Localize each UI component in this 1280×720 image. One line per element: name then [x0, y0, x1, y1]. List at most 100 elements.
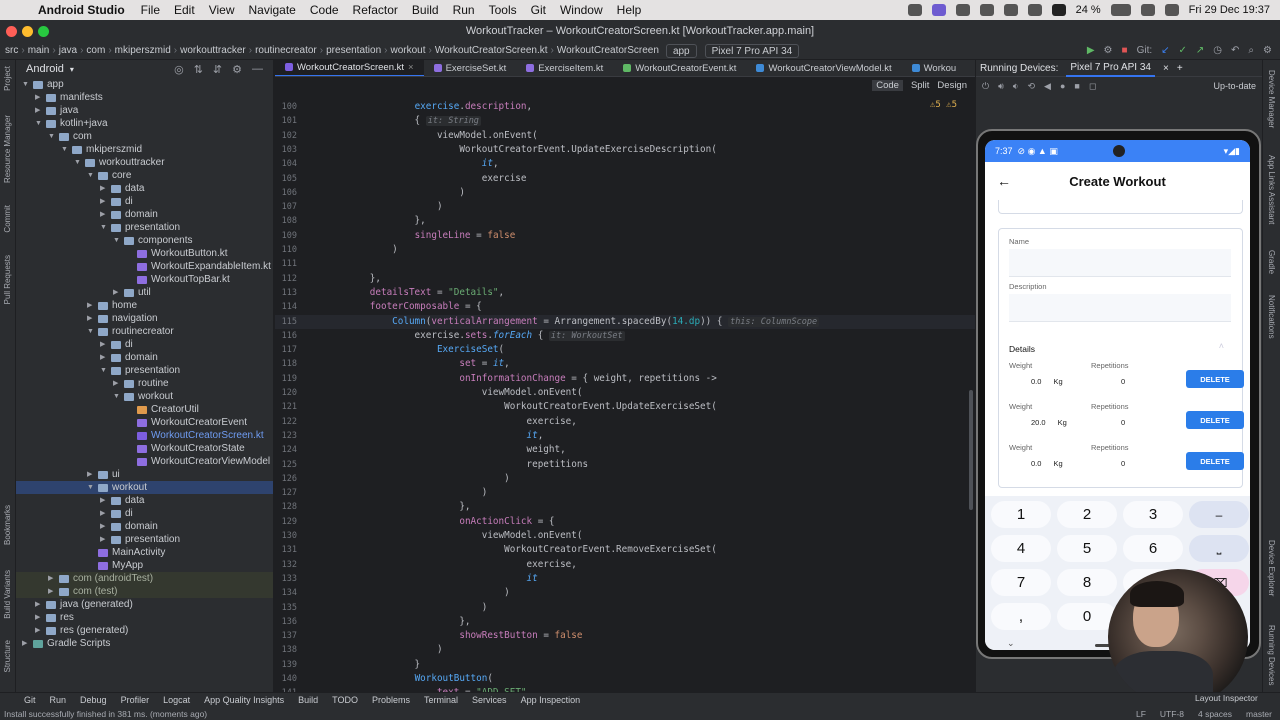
home-icon[interactable]: ●	[1060, 81, 1065, 91]
run-config-select[interactable]: app	[665, 43, 697, 58]
code-line[interactable]: 115 Column(verticalArrangement = Arrange…	[275, 314, 975, 329]
tree-row[interactable]: ▶ di	[16, 507, 273, 520]
code-line[interactable]: 133 it	[275, 572, 975, 586]
stop-icon[interactable]: ■	[1122, 45, 1128, 56]
chevron-right-icon[interactable]: ▶	[113, 377, 121, 390]
volume-down-icon[interactable]: 🔉︎	[1013, 81, 1019, 92]
weight-input[interactable]: 20.0 Kg	[1009, 413, 1067, 431]
breadcrumb-item[interactable]: mkiperszmid	[115, 45, 171, 56]
code-line[interactable]: 132 exercise,	[275, 558, 975, 572]
chevron-right-icon[interactable]: ▶	[100, 195, 108, 208]
app-links-tool-tab[interactable]: App Links Assistant	[1267, 155, 1276, 224]
menu-file[interactable]: File	[141, 3, 160, 17]
code-line[interactable]: 126 )	[275, 472, 975, 486]
breadcrumb-item[interactable]: workouttracker	[180, 45, 246, 56]
menu-view[interactable]: View	[209, 3, 235, 17]
tree-row[interactable]: ▶ presentation	[16, 533, 273, 546]
code-line[interactable]: 111	[275, 257, 975, 271]
device-explorer-tool-tab[interactable]: Device Explorer	[1267, 540, 1276, 596]
tree-row[interactable]: ▶ domain	[16, 208, 273, 221]
key-1[interactable]: 1	[991, 501, 1051, 528]
code-line[interactable]: 130 viewModel.onEvent(	[275, 529, 975, 543]
tool-window-terminal[interactable]: Terminal	[424, 695, 458, 705]
hide-icon[interactable]: —	[252, 63, 263, 76]
tree-row[interactable]: ▶ res	[16, 611, 273, 624]
tree-row[interactable]: ▶ com (androidTest)	[16, 572, 273, 585]
commit-tool-tab[interactable]: Commit	[3, 205, 12, 233]
tree-row[interactable]: ▶ manifests	[16, 91, 273, 104]
indent[interactable]: 4 spaces	[1198, 709, 1232, 719]
git-commit-icon[interactable]: ✓	[1179, 45, 1187, 56]
breadcrumb-item[interactable]: presentation	[326, 45, 381, 56]
chevron-right-icon[interactable]: ▶	[100, 520, 108, 533]
collapse-all-icon[interactable]: ⇵	[213, 63, 222, 76]
code-line[interactable]: 107 )	[275, 200, 975, 214]
code-line[interactable]: 102 viewModel.onEvent(	[275, 129, 975, 143]
chevron-right-icon[interactable]: ▶	[48, 585, 56, 598]
gear-icon[interactable]: ⚙	[232, 63, 242, 76]
close-window-button[interactable]	[6, 26, 17, 37]
tool-window-run[interactable]: Run	[50, 695, 67, 705]
tree-row[interactable]: MainActivity	[16, 546, 273, 559]
code-line[interactable]: 120 viewModel.onEvent(	[275, 386, 975, 400]
chevron-right-icon[interactable]: ▶	[113, 286, 121, 299]
search-icon[interactable]	[1164, 4, 1179, 16]
design-mode-button[interactable]: Design	[937, 80, 967, 91]
chevron-up-icon[interactable]: ˄	[1219, 341, 1224, 351]
code-line[interactable]: 100 exercise.description,	[275, 100, 975, 114]
tool-window-problems[interactable]: Problems	[372, 695, 410, 705]
menu-help[interactable]: Help	[617, 3, 642, 17]
encoding[interactable]: UTF-8	[1160, 709, 1184, 719]
tree-row[interactable]: ▼ core	[16, 169, 273, 182]
tree-row[interactable]: WorkoutButton.kt	[16, 247, 273, 260]
chevron-right-icon[interactable]: ▶	[87, 299, 95, 312]
key-4[interactable]: 4	[991, 535, 1051, 562]
build-variants-tool-tab[interactable]: Build Variants	[3, 570, 12, 619]
menu-edit[interactable]: Edit	[174, 3, 195, 17]
editor-tab[interactable]: WorkoutCreatorViewModel.kt	[746, 60, 901, 76]
tool-window-app-quality-insights[interactable]: App Quality Insights	[204, 695, 284, 705]
menu-refactor[interactable]: Refactor	[353, 3, 398, 17]
bookmarks-tool-tab[interactable]: Bookmarks	[3, 505, 12, 545]
breadcrumb-item[interactable]: java	[59, 45, 77, 56]
breadcrumb-item[interactable]: main	[28, 45, 50, 56]
notifications-tool-tab[interactable]: Notifications	[1267, 295, 1276, 339]
add-icon[interactable]: +	[1177, 63, 1183, 74]
chevron-right-icon[interactable]: ▶	[100, 494, 108, 507]
chevron-down-icon[interactable]: ▼	[100, 364, 108, 377]
zoom-window-button[interactable]	[38, 26, 49, 37]
project-tool-tab[interactable]: Project	[3, 66, 12, 91]
code-line[interactable]: 137 showRestButton = false	[275, 629, 975, 643]
chevron-right-icon[interactable]: ▶	[100, 351, 108, 364]
chevron-down-icon[interactable]: ▼	[61, 143, 69, 156]
repetitions-input[interactable]: 0	[1091, 454, 1149, 472]
tool-window-app-inspection[interactable]: App Inspection	[521, 695, 581, 705]
tree-row[interactable]: ▼ components	[16, 234, 273, 247]
tool-window-debug[interactable]: Debug	[80, 695, 107, 705]
code-line[interactable]: 122 exercise,	[275, 415, 975, 429]
chevron-right-icon[interactable]: ▶	[35, 624, 43, 637]
tree-row[interactable]: ▶ Gradle Scripts	[16, 637, 273, 650]
delete-set-button[interactable]: DELETE	[1186, 370, 1244, 388]
rotate-icon[interactable]: ⟲	[1027, 81, 1035, 92]
tray-icon[interactable]	[1003, 4, 1018, 16]
screenshot-icon[interactable]: ◻	[1089, 81, 1096, 92]
tray-icon[interactable]	[955, 4, 970, 16]
tool-window-git[interactable]: Git	[24, 695, 36, 705]
chevron-down-icon[interactable]: ▼	[113, 234, 121, 247]
tree-row[interactable]: MyApp	[16, 559, 273, 572]
chevron-right-icon[interactable]: ▶	[100, 507, 108, 520]
code-line[interactable]: 119 onInformationChange = { weight, repe…	[275, 372, 975, 386]
tool-window-build[interactable]: Build	[298, 695, 318, 705]
tool-window-todo[interactable]: TODO	[332, 695, 358, 705]
battery-icon[interactable]	[1110, 4, 1131, 16]
menu-build[interactable]: Build	[412, 3, 439, 17]
editor-tab[interactable]: ExerciseSet.kt	[424, 60, 517, 76]
tree-row[interactable]: WorkoutCreatorEvent	[16, 416, 273, 429]
tray-icon[interactable]	[1027, 4, 1042, 16]
resource-manager-tool-tab[interactable]: Resource Manager	[3, 115, 12, 183]
code-editor[interactable]: ⚠5 ⚠5 100 exercise.description, 101 { it:…	[275, 100, 975, 692]
project-view-select[interactable]: Android ▾ ◎ ⇅ ⇵ ⚙ —	[16, 60, 273, 78]
minus-key[interactable]: –	[1189, 501, 1249, 528]
code-line[interactable]: 140 WorkoutButton(	[275, 672, 975, 686]
